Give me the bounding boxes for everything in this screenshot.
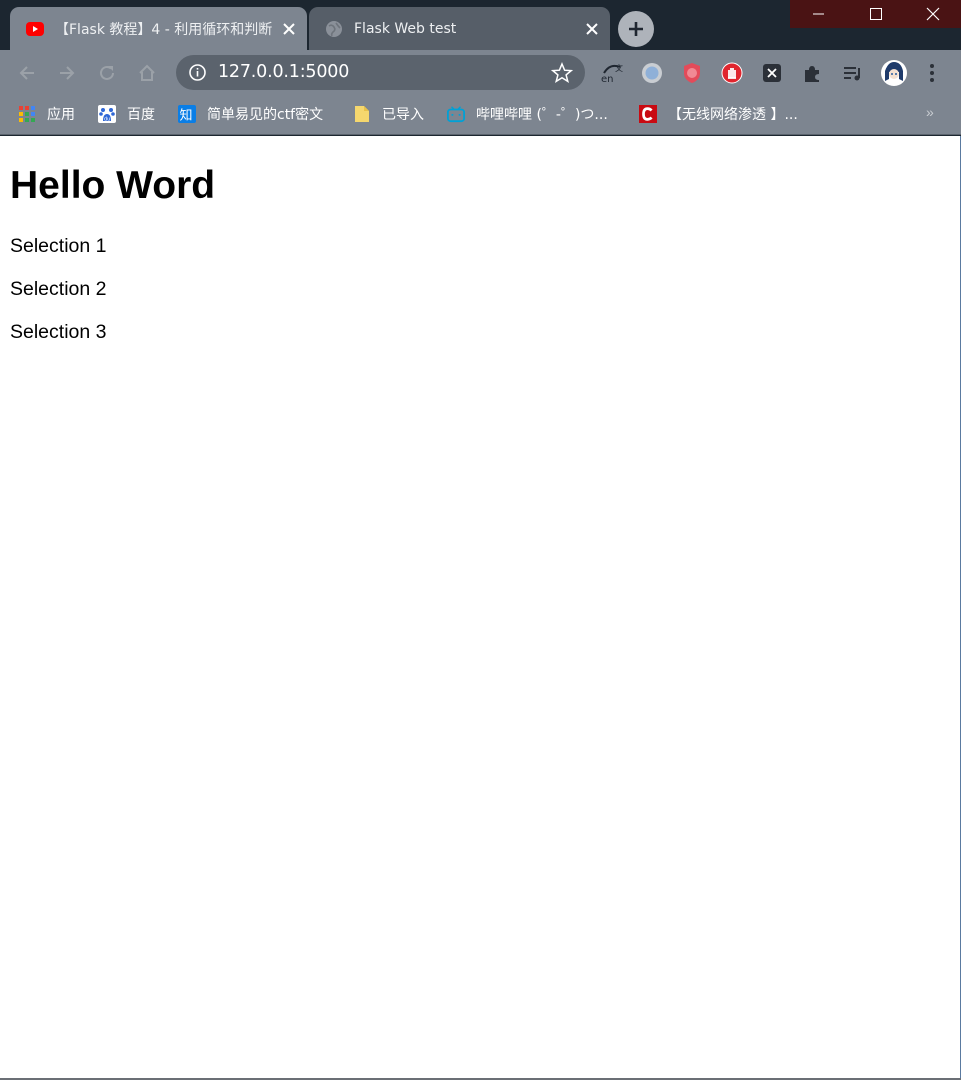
bookmark-label: 已导入 [382, 107, 424, 123]
shield-extension-icon[interactable] [680, 61, 704, 85]
x-extension-icon[interactable] [760, 61, 784, 85]
adblock-hand-icon[interactable] [720, 61, 744, 85]
home-button[interactable] [132, 58, 162, 88]
selection-item: Selection 2 [10, 278, 107, 300]
maximize-button[interactable] [847, 0, 904, 28]
home-icon [139, 64, 155, 81]
menu-kebab-icon[interactable] [920, 61, 944, 85]
tab-active[interactable]: 【Flask 教程】4 - 利用循环和判断 [10, 7, 307, 50]
bookmark-bilibili[interactable]: 哔哩哔哩 (゜-゜)つ... [447, 103, 608, 125]
close-tab-icon[interactable] [277, 17, 301, 41]
bookmark-apps[interactable]: 应用 [18, 103, 75, 125]
youtube-icon [26, 20, 44, 38]
bookmarks-overflow-button[interactable]: » [926, 104, 934, 120]
back-button[interactable] [12, 58, 42, 88]
bookmark-label: 应用 [47, 107, 75, 123]
tab-title: Flask Web test [354, 20, 457, 37]
new-tab-button[interactable] [618, 11, 654, 47]
forward-button[interactable] [52, 58, 82, 88]
baidu-icon: du [98, 105, 116, 123]
bookmark-label: 简单易见的ctf密文 [207, 107, 324, 123]
bookmark-label: 哔哩哔哩 (゜-゜)つ... [476, 107, 608, 123]
close-icon [926, 7, 939, 21]
globe-icon [325, 20, 343, 38]
svg-text:du: du [104, 117, 110, 123]
folder-icon [353, 105, 371, 123]
bookmark-star-icon[interactable] [551, 62, 573, 84]
extensions-puzzle-icon[interactable] [800, 61, 824, 85]
maximize-icon [869, 8, 882, 20]
bookmarks-bar: 应用 du 百度 知 简单易见的ctf密文 已导入 哔哩哔哩 (゜-゜)つ...… [0, 95, 961, 135]
address-bar[interactable]: 127.0.0.1:5000 [176, 55, 585, 90]
selection-item: Selection 3 [10, 321, 107, 343]
csdn-icon [639, 105, 657, 123]
selection-item: Selection 1 [10, 235, 107, 257]
bookmark-label: 【无线网络渗透 】... [668, 107, 798, 123]
page-content: Hello Word Selection 1 Selection 2 Selec… [0, 136, 960, 1078]
minimize-icon [812, 13, 824, 15]
avatar[interactable] [879, 58, 909, 88]
tab-inactive[interactable]: Flask Web test [309, 7, 610, 50]
translate-extension-icon[interactable]: en 文 [600, 61, 624, 85]
info-icon[interactable] [188, 63, 207, 82]
url-text[interactable]: 127.0.0.1:5000 [218, 62, 349, 82]
svg-text:文: 文 [615, 63, 623, 73]
close-tab-icon[interactable] [580, 17, 604, 41]
forward-arrow-icon [60, 66, 75, 80]
close-window-button[interactable] [904, 0, 961, 28]
svg-text:知: 知 [180, 108, 193, 124]
svg-text:en: en [601, 74, 614, 85]
media-control-icon[interactable] [840, 61, 864, 85]
page-heading: Hello Word [10, 164, 216, 207]
bookmark-ctf[interactable]: 知 简单易见的ctf密文 [178, 103, 323, 125]
plus-icon [629, 22, 643, 36]
reload-button[interactable] [92, 58, 122, 88]
bookmark-baidu[interactable]: du 百度 [98, 103, 155, 125]
bookmark-label: 百度 [127, 107, 155, 123]
bookmark-wireless[interactable]: 【无线网络渗透 】... [639, 103, 798, 125]
zhihu-icon: 知 [178, 105, 196, 123]
circle-extension-icon[interactable] [640, 61, 664, 85]
back-arrow-icon [19, 66, 34, 80]
bookmark-imported-folder[interactable]: 已导入 [353, 103, 424, 125]
title-bar: 【Flask 教程】4 - 利用循环和判断 Flask Web test [0, 0, 961, 50]
reload-icon [100, 65, 114, 80]
browser-toolbar: 127.0.0.1:5000 en 文 [0, 50, 961, 95]
minimize-button[interactable] [790, 0, 847, 28]
bilibili-icon [447, 105, 465, 123]
apps-grid-icon [18, 105, 36, 123]
tab-title: 【Flask 教程】4 - 利用循环和判断 [55, 21, 273, 38]
